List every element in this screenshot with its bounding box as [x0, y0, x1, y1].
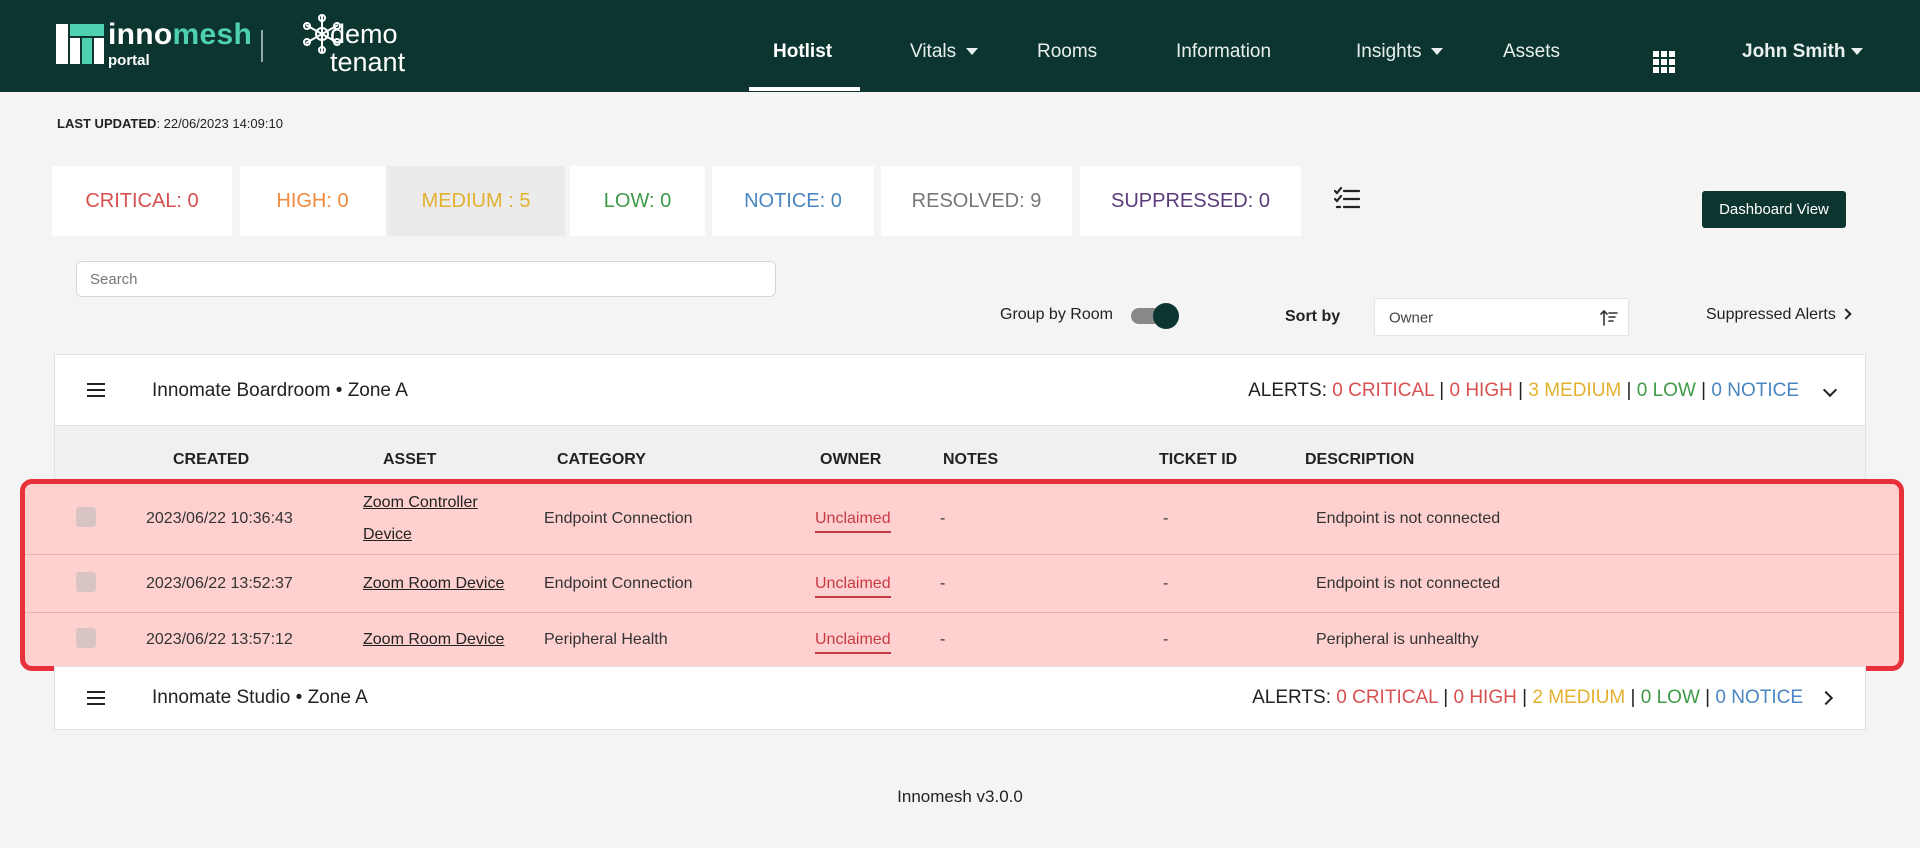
- col-ticket-id[interactable]: TICKET ID: [1159, 451, 1237, 469]
- innomesh-logo-icon: [56, 24, 104, 64]
- nav-active-indicator: [749, 87, 860, 91]
- cell-description: Endpoint is not connected: [1316, 574, 1501, 592]
- cell-notes: -: [940, 574, 946, 592]
- col-asset[interactable]: ASSET: [383, 451, 436, 469]
- cell-description: Endpoint is not connected: [1316, 510, 1501, 527]
- caret-down-icon: [1851, 48, 1864, 56]
- tab-medium[interactable]: MEDIUM : 5: [387, 166, 565, 236]
- table-row[interactable]: 2023/06/22 13:52:37 Zoom Room Device End…: [25, 555, 1899, 613]
- room-header-boardroom[interactable]: Innomate Boardroom • Zone A ALERTS: 0 CR…: [54, 354, 1866, 426]
- suppressed-alerts-link[interactable]: Suppressed Alerts: [1706, 306, 1852, 324]
- asset-link[interactable]: Zoom Room Device: [363, 575, 504, 592]
- cell-ticket: -: [1163, 574, 1169, 592]
- col-notes[interactable]: NOTES: [943, 451, 998, 469]
- cell-ticket: -: [1163, 630, 1169, 648]
- search-input[interactable]: [76, 261, 776, 297]
- brand-subtitle: portal: [108, 52, 150, 69]
- tab-critical[interactable]: CRITICAL: 0: [52, 166, 232, 236]
- nav-assets[interactable]: Assets: [1503, 41, 1560, 63]
- menu-icon[interactable]: [87, 691, 105, 705]
- cell-ticket: -: [1163, 510, 1169, 527]
- asset-link[interactable]: Zoom Room Device: [363, 631, 504, 648]
- chevron-down-icon[interactable]: [1822, 382, 1838, 398]
- cell-created: 2023/06/22 13:52:37: [146, 574, 293, 592]
- tab-high[interactable]: HIGH: 0: [240, 166, 385, 236]
- dashboard-view-button[interactable]: Dashboard View: [1702, 191, 1846, 228]
- cell-category: Endpoint Connection: [544, 510, 693, 527]
- room-header-studio[interactable]: Innomate Studio • Zone A ALERTS: 0 CRITI…: [54, 666, 1866, 730]
- brand-name[interactable]: innomesh: [108, 18, 252, 52]
- col-category[interactable]: CATEGORY: [557, 451, 646, 469]
- cell-asset[interactable]: Zoom Room Device: [363, 624, 504, 656]
- room-alert-summary: ALERTS: 0 CRITICAL | 0 HIGH | 2 MEDIUM |…: [1252, 687, 1803, 708]
- owner-claim-link[interactable]: Unclaimed: [815, 574, 891, 598]
- cell-description: Peripheral is unhealthy: [1316, 630, 1479, 648]
- alert-rows-highlight: 2023/06/22 10:36:43 Zoom Controller Devi…: [20, 479, 1904, 671]
- nav-vitals[interactable]: Vitals: [910, 41, 979, 63]
- top-navbar: innomesh portal demo tenant Hotlist Vital…: [0, 0, 1920, 92]
- cell-notes: -: [940, 630, 946, 648]
- cell-asset[interactable]: Zoom Room Device: [363, 568, 504, 600]
- row-checkbox[interactable]: [76, 627, 96, 648]
- table-row[interactable]: 2023/06/22 10:36:43 Zoom Controller Devi…: [25, 484, 1899, 555]
- nav-information[interactable]: Information: [1176, 41, 1271, 63]
- cell-owner[interactable]: Unclaimed: [815, 630, 891, 654]
- owner-claim-link[interactable]: Unclaimed: [815, 630, 891, 654]
- table-row[interactable]: 2023/06/22 13:57:12 Zoom Room Device Per…: [25, 613, 1899, 666]
- cell-owner[interactable]: Unclaimed: [815, 574, 891, 598]
- group-by-room-toggle[interactable]: [1131, 303, 1179, 329]
- room-title: Innomate Boardroom • Zone A: [152, 380, 408, 401]
- apps-grid-icon[interactable]: [1653, 51, 1675, 73]
- nav-insights[interactable]: Insights: [1356, 41, 1444, 63]
- chevron-right-icon: [1840, 308, 1852, 320]
- caret-down-icon: [1431, 48, 1444, 56]
- col-created[interactable]: CREATED: [173, 451, 249, 469]
- cell-notes: -: [940, 510, 946, 527]
- nav-hotlist[interactable]: Hotlist: [773, 41, 832, 63]
- sort-by-label: Sort by: [1285, 308, 1341, 325]
- cell-created: 2023/06/22 10:36:43: [146, 510, 293, 527]
- col-owner[interactable]: OWNER: [820, 451, 881, 469]
- cell-created: 2023/06/22 13:57:12: [146, 630, 293, 648]
- sort-by-select[interactable]: Owner: [1374, 298, 1629, 336]
- cell-owner[interactable]: Unclaimed: [815, 510, 891, 533]
- room-title: Innomate Studio • Zone A: [152, 687, 368, 708]
- checklist-filter-icon[interactable]: [1334, 186, 1360, 212]
- tab-resolved[interactable]: RESOLVED: 9: [881, 166, 1072, 236]
- menu-icon[interactable]: [87, 383, 105, 397]
- tab-notice[interactable]: NOTICE: 0: [712, 166, 874, 236]
- chevron-right-icon[interactable]: [1818, 690, 1834, 706]
- user-menu[interactable]: John Smith: [1742, 41, 1864, 63]
- nav-rooms[interactable]: Rooms: [1037, 41, 1097, 63]
- sort-by-value: Owner: [1389, 309, 1434, 327]
- col-description[interactable]: DESCRIPTION: [1305, 451, 1414, 469]
- cell-asset[interactable]: Zoom Controller Device: [363, 487, 513, 551]
- room-alert-summary: ALERTS: 0 CRITICAL | 0 HIGH | 3 MEDIUM |…: [1248, 380, 1799, 401]
- tab-suppressed[interactable]: SUPPRESSED: 0: [1080, 166, 1301, 236]
- owner-claim-link[interactable]: Unclaimed: [815, 510, 891, 533]
- brand-divider: [261, 30, 263, 62]
- cell-category: Peripheral Health: [544, 630, 668, 648]
- caret-down-icon: [966, 48, 979, 56]
- last-updated: LAST UPDATED: 22/06/2023 14:09:10: [57, 116, 283, 131]
- row-checkbox[interactable]: [76, 507, 96, 527]
- row-checkbox[interactable]: [76, 571, 96, 592]
- tab-low[interactable]: LOW: 0: [570, 166, 705, 236]
- group-by-room-label: Group by Room: [1000, 306, 1113, 323]
- sort-order-icon[interactable]: [1600, 309, 1618, 327]
- asset-link[interactable]: Zoom Controller Device: [363, 494, 478, 543]
- version-footer: Innomesh v3.0.0: [897, 787, 1023, 806]
- tenant-name: demo tenant: [330, 19, 406, 77]
- cell-category: Endpoint Connection: [544, 574, 693, 592]
